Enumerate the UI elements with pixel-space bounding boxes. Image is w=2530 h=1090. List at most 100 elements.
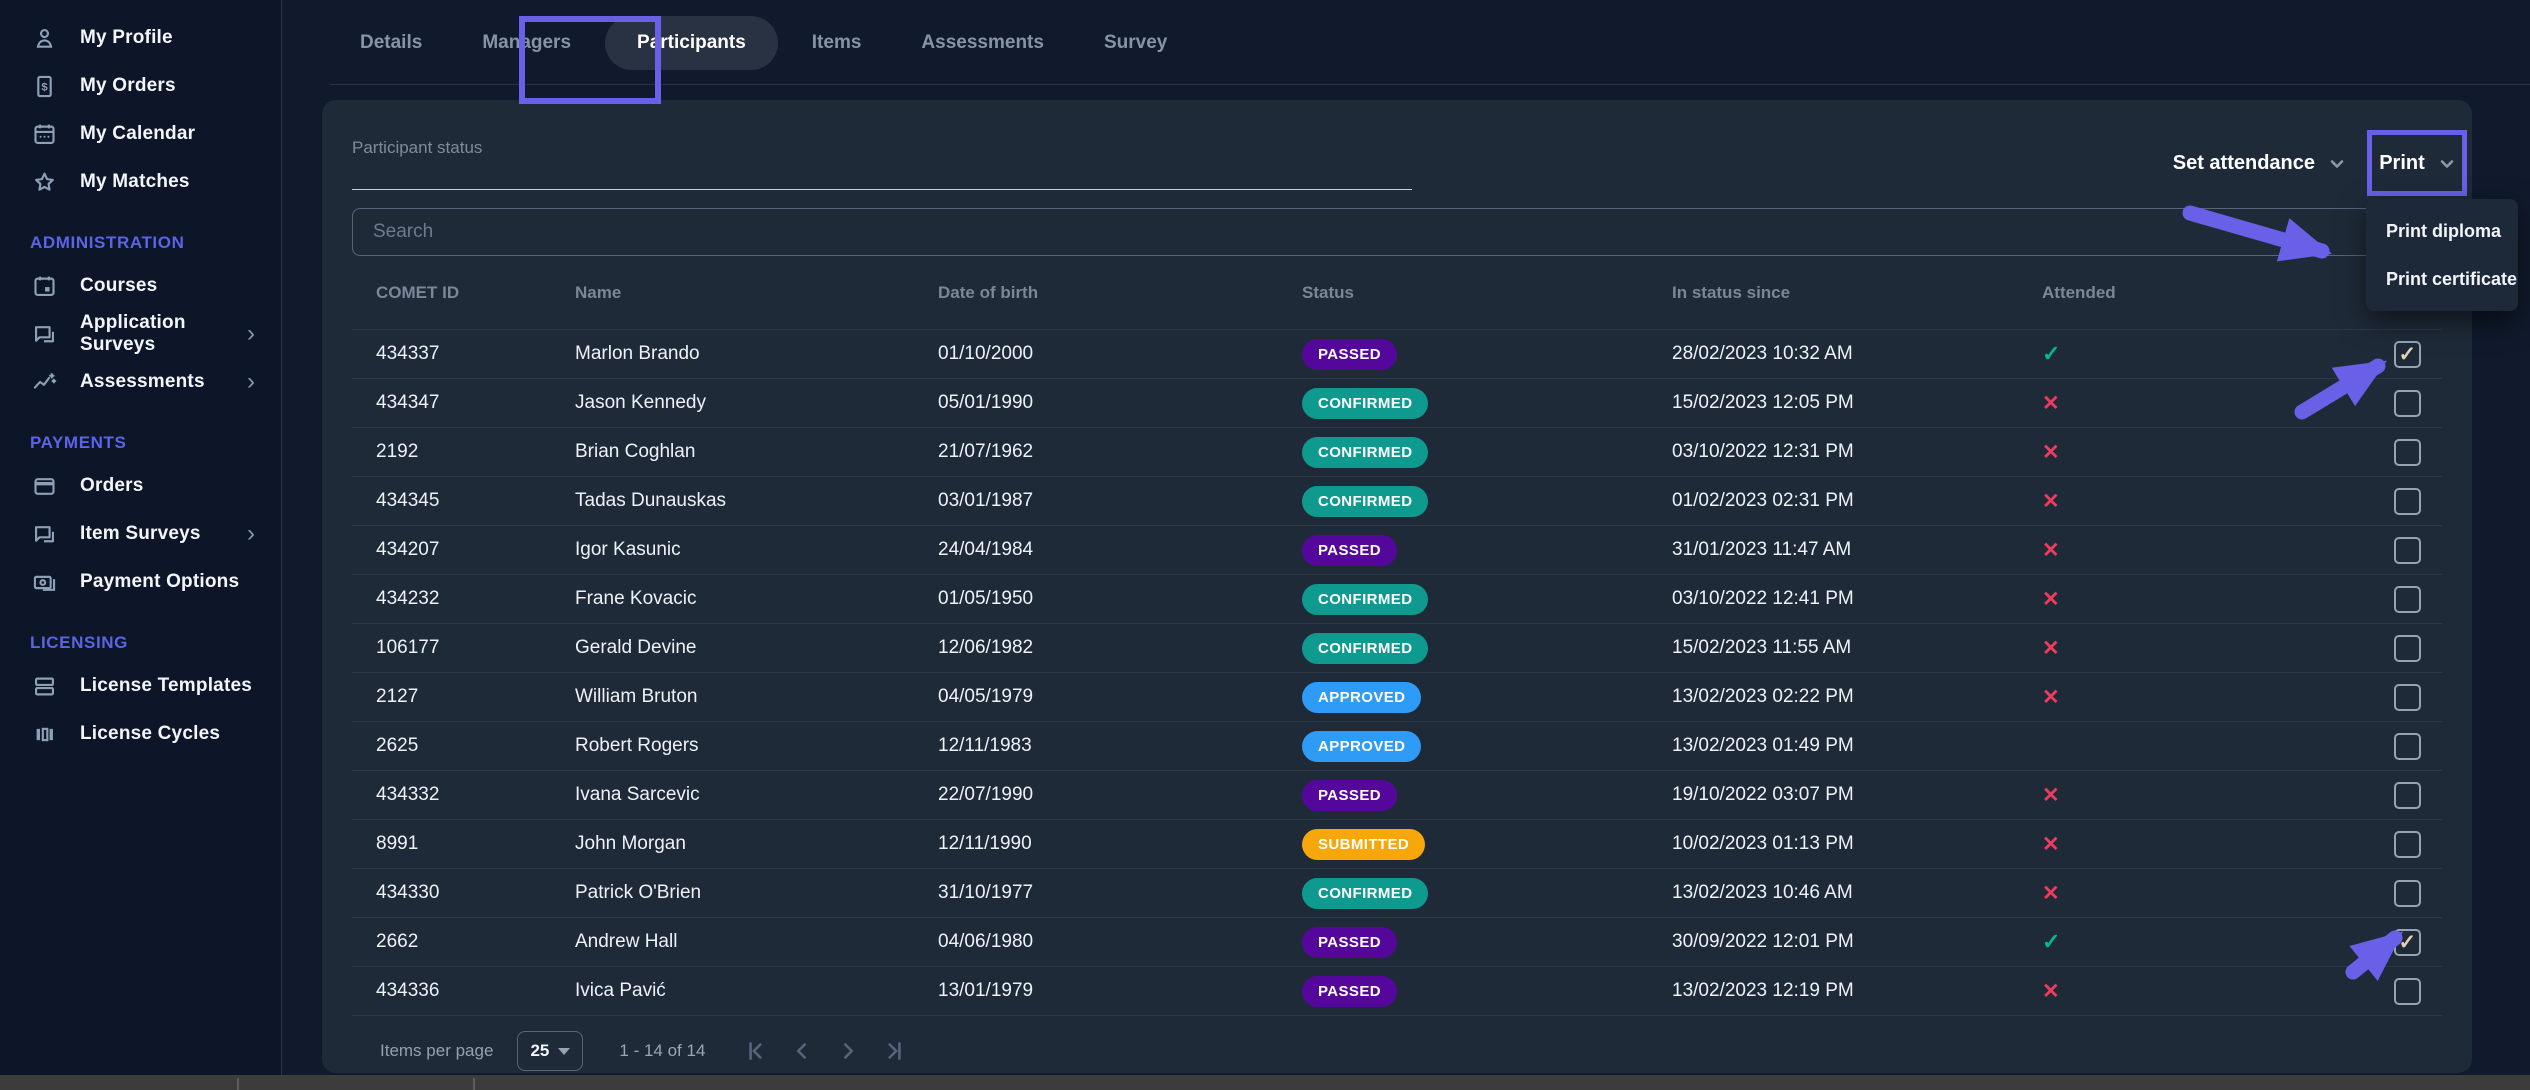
chevron-right-icon: › bbox=[247, 370, 255, 394]
svg-text:$: $ bbox=[41, 81, 48, 93]
cell-date-of-birth: 04/06/1980 bbox=[938, 931, 1302, 953]
sidebar-item-license-templates[interactable]: License Templates bbox=[0, 662, 281, 710]
row-checkbox[interactable] bbox=[2394, 733, 2421, 760]
sidebar-item-payment-options[interactable]: Payment Options bbox=[0, 558, 281, 606]
column-header-comet-id: COMET ID bbox=[376, 283, 575, 303]
status-badge: PASSED bbox=[1302, 780, 1397, 811]
cell-comet-id: 2662 bbox=[376, 931, 575, 953]
participant-status-input[interactable] bbox=[352, 160, 1412, 190]
last-page-button[interactable] bbox=[879, 1036, 909, 1066]
sidebar-item-label: License Cycles bbox=[80, 723, 220, 745]
cell-comet-id: 434330 bbox=[376, 882, 575, 904]
cell-select bbox=[2372, 831, 2442, 858]
status-badge: PASSED bbox=[1302, 339, 1397, 370]
sidebar-item-label: Payment Options bbox=[80, 571, 239, 593]
cell-in-status-since: 01/02/2023 02:31 PM bbox=[1672, 490, 2042, 512]
cell-name: Robert Rogers bbox=[575, 735, 938, 757]
attended-cross-icon: ✕ bbox=[2042, 490, 2060, 513]
stacked-rows-icon bbox=[30, 672, 58, 700]
print-button[interactable]: Print bbox=[2379, 152, 2455, 175]
tab-details[interactable]: Details bbox=[330, 32, 452, 54]
cell-in-status-since: 13/02/2023 12:19 PM bbox=[1672, 980, 2042, 1002]
cell-name: Andrew Hall bbox=[575, 931, 938, 953]
row-checkbox[interactable] bbox=[2394, 439, 2421, 466]
cell-select bbox=[2372, 439, 2442, 466]
table-row: 434332Ivana Sarcevic22/07/1990PASSED19/1… bbox=[352, 771, 2442, 820]
row-checkbox[interactable] bbox=[2394, 782, 2421, 809]
cell-in-status-since: 13/02/2023 01:49 PM bbox=[1672, 735, 2042, 757]
sidebar-item-label: Assessments bbox=[80, 371, 205, 393]
cell-name: Frane Kovacic bbox=[575, 588, 938, 610]
sidebar: My Profile$My OrdersMy Calendar My Matche… bbox=[0, 0, 282, 1075]
cell-date-of-birth: 12/06/1982 bbox=[938, 637, 1302, 659]
tab-managers[interactable]: Managers bbox=[452, 32, 601, 54]
sidebar-item-orders[interactable]: Orders bbox=[0, 462, 281, 510]
course-calendar-icon bbox=[30, 272, 58, 300]
sidebar-item-item-surveys[interactable]: Item Surveys › bbox=[0, 510, 281, 558]
row-checkbox[interactable] bbox=[2394, 635, 2421, 662]
sidebar-item-label: Application Surveys bbox=[80, 312, 247, 356]
row-checkbox[interactable] bbox=[2394, 537, 2421, 564]
first-page-button[interactable] bbox=[741, 1036, 771, 1066]
row-checkbox[interactable] bbox=[2394, 880, 2421, 907]
cell-select bbox=[2372, 390, 2442, 417]
cell-status: APPROVED bbox=[1302, 682, 1672, 713]
menu-item-print-certificate[interactable]: Print certificate bbox=[2366, 255, 2518, 303]
cell-name: Ivica Pavić bbox=[575, 980, 938, 1002]
sidebar-section-payments: PAYMENTS bbox=[0, 424, 281, 462]
participants-panel: Participant status COMET IDNameDate of b… bbox=[322, 100, 2472, 1073]
sidebar-item-label: Item Surveys bbox=[80, 523, 201, 545]
row-checkbox[interactable] bbox=[2394, 586, 2421, 613]
tab-survey[interactable]: Survey bbox=[1074, 32, 1197, 54]
previous-page-button[interactable] bbox=[787, 1036, 817, 1066]
row-checkbox[interactable] bbox=[2394, 929, 2421, 956]
row-checkbox[interactable] bbox=[2394, 341, 2421, 368]
sidebar-item-my-calendar[interactable]: My Calendar bbox=[0, 110, 281, 158]
cell-comet-id: 2625 bbox=[376, 735, 575, 757]
cell-name: Marlon Brando bbox=[575, 343, 938, 365]
cell-attended: ✓ bbox=[2042, 341, 2372, 367]
sidebar-item-my-orders[interactable]: $My Orders bbox=[0, 62, 281, 110]
search-input[interactable] bbox=[352, 208, 2442, 256]
sidebar-item-assessments[interactable]: Assessments › bbox=[0, 358, 281, 406]
menu-item-print-diploma[interactable]: Print diploma bbox=[2366, 207, 2518, 255]
cell-comet-id: 2192 bbox=[376, 441, 575, 463]
cell-comet-id: 434336 bbox=[376, 980, 575, 1002]
table-row: 434232Frane Kovacic01/05/1950CONFIRMED03… bbox=[352, 575, 2442, 624]
sidebar-item-label: My Matches bbox=[80, 171, 190, 193]
sidebar-item-my-matches[interactable]: My Matches bbox=[0, 158, 281, 206]
sidebar-item-my-profile[interactable]: My Profile bbox=[0, 14, 281, 62]
cell-comet-id: 434347 bbox=[376, 392, 575, 414]
sidebar-item-license-cycles[interactable]: License Cycles bbox=[0, 710, 281, 758]
page-range-text: 1 - 14 of 14 bbox=[619, 1041, 705, 1061]
row-checkbox[interactable] bbox=[2394, 684, 2421, 711]
cell-in-status-since: 19/10/2022 03:07 PM bbox=[1672, 784, 2042, 806]
row-checkbox[interactable] bbox=[2394, 488, 2421, 515]
cell-date-of-birth: 04/05/1979 bbox=[938, 686, 1302, 708]
table-row: 434330Patrick O'Brien31/10/1977CONFIRMED… bbox=[352, 869, 2442, 918]
cell-in-status-since: 15/02/2023 12:05 PM bbox=[1672, 392, 2042, 414]
cell-in-status-since: 13/02/2023 10:46 AM bbox=[1672, 882, 2042, 904]
cell-attended: ✕ bbox=[2042, 489, 2372, 514]
row-checkbox[interactable] bbox=[2394, 978, 2421, 1005]
status-badge: CONFIRMED bbox=[1302, 388, 1428, 419]
cell-select bbox=[2372, 880, 2442, 907]
sidebar-item-label: Courses bbox=[80, 275, 157, 297]
tab-bar: DetailsManagersParticipantsItemsAssessme… bbox=[330, 0, 1197, 85]
tab-participants[interactable]: Participants bbox=[605, 16, 778, 70]
cell-comet-id: 434232 bbox=[376, 588, 575, 610]
tab-items[interactable]: Items bbox=[782, 32, 892, 54]
sidebar-item-application-surveys[interactable]: Application Surveys› bbox=[0, 310, 281, 358]
cell-date-of-birth: 05/01/1990 bbox=[938, 392, 1302, 414]
attended-cross-icon: ✕ bbox=[2042, 882, 2060, 905]
row-checkbox[interactable] bbox=[2394, 831, 2421, 858]
tab-assessments[interactable]: Assessments bbox=[891, 32, 1074, 54]
next-page-button[interactable] bbox=[833, 1036, 863, 1066]
chevron-right-icon: › bbox=[247, 522, 255, 546]
taskbar-edge bbox=[0, 1075, 2530, 1090]
status-badge: PASSED bbox=[1302, 976, 1397, 1007]
sidebar-item-courses[interactable]: Courses bbox=[0, 262, 281, 310]
set-attendance-button[interactable]: Set attendance bbox=[2173, 152, 2345, 175]
row-checkbox[interactable] bbox=[2394, 390, 2421, 417]
page-size-select[interactable]: 25 bbox=[517, 1031, 583, 1071]
